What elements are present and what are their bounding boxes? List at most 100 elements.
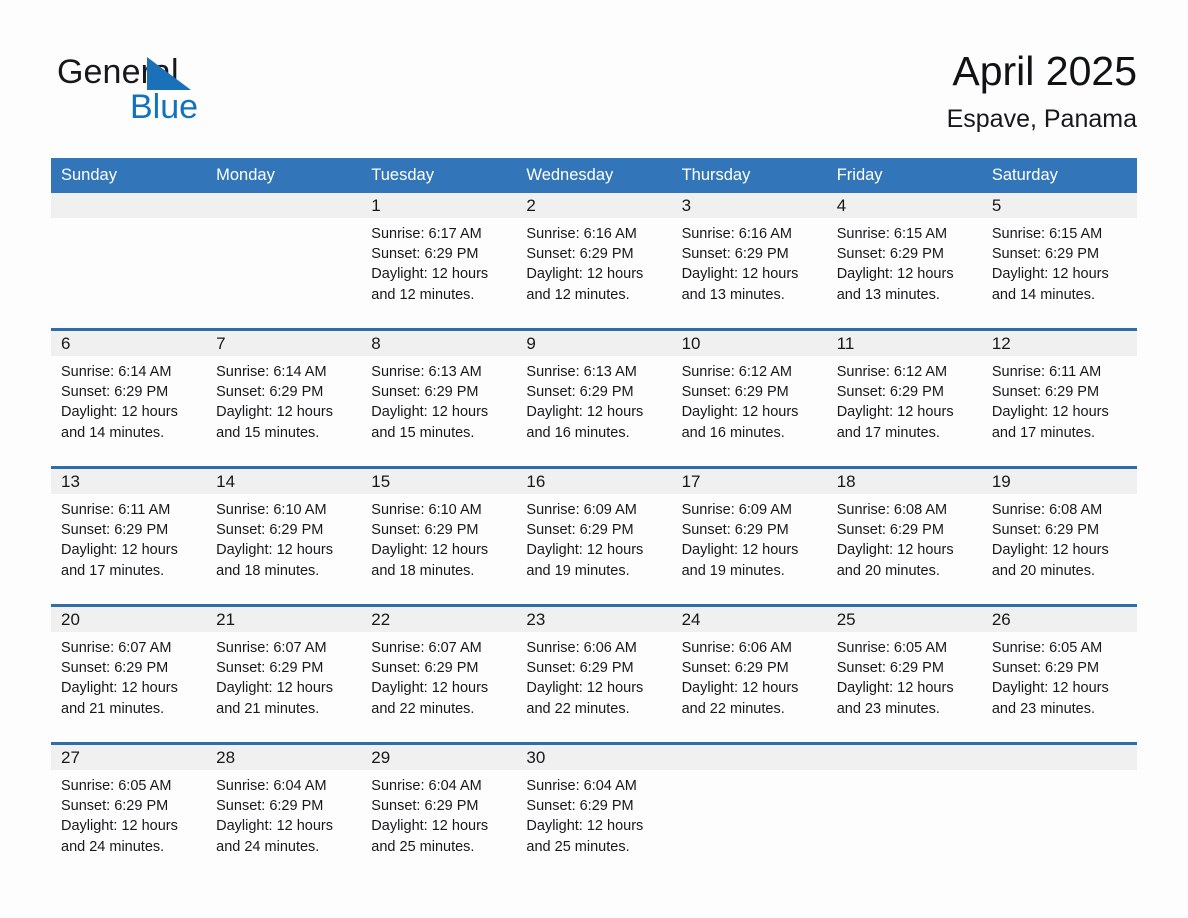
daylight-text-line1: Daylight: 12 hours bbox=[836, 680, 954, 697]
general-blue-logo[interactable]: General Blue bbox=[57, 52, 377, 132]
calendar-day-cell[interactable]: 11 Sunrise: 6:12 AM Sunset: 6:29 PM Dayligh… bbox=[826, 328, 982, 468]
day-cell-details: Sunrise: 6:14 AM Sunset: 6:29 PM Daylight:… bbox=[206, 356, 361, 443]
daylight-text-line1: Daylight: 12 hours bbox=[216, 818, 334, 835]
daylight-text-line1: Daylight: 12 hours bbox=[991, 680, 1109, 697]
calendar-day-cell[interactable]: 15 Sunrise: 6:10 AM Sunset: 6:29 PM Dayligh… bbox=[361, 466, 517, 606]
calendar-day-cell[interactable]: 29 Sunrise: 6:04 AM Sunset: 6:29 PM Dayligh… bbox=[361, 742, 517, 880]
calendar-day-cell[interactable]: 19 Sunrise: 6:08 AM Sunset: 6:29 PM Dayligh… bbox=[981, 466, 1137, 606]
day-number: 4 bbox=[836, 196, 847, 215]
sunrise-text: Sunrise: 6:12 AM bbox=[681, 364, 792, 380]
daylight-text-line1: Daylight: 12 hours bbox=[681, 542, 799, 559]
daylight-text-line2: and 15 minutes. bbox=[371, 424, 475, 441]
day-cell-inner: 4 Sunrise: 6:15 AM Sunset: 6:29 PM Daylight… bbox=[826, 193, 982, 328]
calendar-day-cell[interactable]: 4 Sunrise: 6:15 AM Sunset: 6:29 PM Daylight… bbox=[826, 193, 982, 330]
sunset-text: Sunset: 6:29 PM bbox=[216, 798, 324, 815]
day-number-band: 7 bbox=[206, 331, 362, 356]
day-number-band: 4 bbox=[826, 193, 982, 218]
daylight-text-line1: Daylight: 12 hours bbox=[61, 542, 178, 559]
day-number-band: 24 bbox=[671, 607, 827, 632]
calendar-day-cell[interactable]: 2 Sunrise: 6:16 AM Sunset: 6:29 PM Daylight… bbox=[516, 193, 672, 330]
sunset-text: Sunset: 6:29 PM bbox=[61, 384, 169, 401]
sunrise-text: Sunrise: 6:04 AM bbox=[526, 778, 637, 794]
calendar-day-cell[interactable]: 14 Sunrise: 6:10 AM Sunset: 6:29 PM Dayligh… bbox=[206, 466, 362, 606]
calendar-day-cell[interactable]: 23 Sunrise: 6:06 AM Sunset: 6:29 PM Dayligh… bbox=[516, 604, 672, 744]
calendar-day-cell[interactable]: 5 Sunrise: 6:15 AM Sunset: 6:29 PM Daylight… bbox=[981, 193, 1137, 330]
daylight-text-line1: Daylight: 12 hours bbox=[526, 266, 644, 283]
calendar-day-cell[interactable]: 25 Sunrise: 6:05 AM Sunset: 6:29 PM Dayligh… bbox=[826, 604, 982, 744]
sunrise-text: Sunrise: 6:15 AM bbox=[836, 226, 948, 242]
daylight-text-line1: Daylight: 12 hours bbox=[681, 680, 799, 697]
calendar-body: 1 Sunrise: 6:17 AM Sunset: 6:29 PM Daylight… bbox=[51, 193, 1137, 880]
day-number-band: 30 bbox=[516, 745, 672, 770]
day-cell-details: Sunrise: 6:06 AM Sunset: 6:29 PM Daylight:… bbox=[516, 632, 671, 719]
daylight-text-line2: and 24 minutes. bbox=[61, 838, 165, 855]
sunrise-text: Sunrise: 6:15 AM bbox=[991, 226, 1103, 242]
day-cell-details: Sunrise: 6:04 AM Sunset: 6:29 PM Daylight:… bbox=[361, 770, 516, 857]
sunset-text: Sunset: 6:29 PM bbox=[526, 246, 634, 263]
daylight-text-line1: Daylight: 12 hours bbox=[526, 404, 644, 421]
day-number: 27 bbox=[61, 748, 80, 767]
calendar-day-cell[interactable]: 3 Sunrise: 6:16 AM Sunset: 6:29 PM Daylight… bbox=[671, 193, 827, 330]
day-number-band: 5 bbox=[981, 193, 1137, 218]
calendar-day-cell[interactable]: 12 Sunrise: 6:11 AM Sunset: 6:29 PM Dayligh… bbox=[981, 328, 1137, 468]
calendar-day-cell[interactable]: 30 Sunrise: 6:04 AM Sunset: 6:29 PM Dayligh… bbox=[516, 742, 672, 880]
calendar-day-cell[interactable]: 13 Sunrise: 6:11 AM Sunset: 6:29 PM Dayligh… bbox=[51, 466, 207, 606]
day-number: 2 bbox=[526, 196, 536, 215]
sunrise-text: Sunrise: 6:09 AM bbox=[526, 502, 637, 518]
daylight-text-line2: and 20 minutes. bbox=[836, 562, 940, 579]
calendar-day-cell[interactable]: 24 Sunrise: 6:06 AM Sunset: 6:29 PM Dayligh… bbox=[671, 604, 827, 744]
calendar-day-cell[interactable]: 7 Sunrise: 6:14 AM Sunset: 6:29 PM Daylight… bbox=[206, 328, 362, 468]
daylight-text-line2: and 17 minutes. bbox=[61, 562, 165, 579]
calendar-day-cell[interactable]: 6 Sunrise: 6:14 AM Sunset: 6:29 PM Daylight… bbox=[51, 328, 207, 468]
day-cell-details: Sunrise: 6:15 AM Sunset: 6:29 PM Daylight:… bbox=[982, 218, 1137, 305]
calendar-day-cell[interactable]: 21 Sunrise: 6:07 AM Sunset: 6:29 PM Dayligh… bbox=[206, 604, 362, 744]
day-number-band: 23 bbox=[516, 607, 672, 632]
daylight-text-line2: and 19 minutes. bbox=[526, 562, 630, 579]
day-number-band bbox=[981, 745, 1137, 770]
sunset-text: Sunset: 6:29 PM bbox=[526, 384, 634, 401]
sunrise-text: Sunrise: 6:11 AM bbox=[61, 502, 171, 518]
calendar-page: General Blue April 2025 Espave, Panama S… bbox=[0, 0, 1188, 918]
weekday-header-monday: Monday bbox=[206, 158, 362, 193]
day-cell-inner: 1 Sunrise: 6:17 AM Sunset: 6:29 PM Daylight… bbox=[361, 193, 517, 328]
calendar-day-cell[interactable]: 17 Sunrise: 6:09 AM Sunset: 6:29 PM Dayligh… bbox=[671, 466, 827, 606]
sunrise-text: Sunrise: 6:07 AM bbox=[61, 640, 172, 656]
calendar-cell-empty bbox=[51, 193, 207, 330]
daylight-text-line1: Daylight: 12 hours bbox=[61, 818, 178, 835]
day-number: 17 bbox=[681, 472, 701, 491]
sunset-text: Sunset: 6:29 PM bbox=[61, 798, 169, 815]
calendar-day-cell[interactable]: 8 Sunrise: 6:13 AM Sunset: 6:29 PM Daylight… bbox=[361, 328, 517, 468]
day-cell-inner: 3 Sunrise: 6:16 AM Sunset: 6:29 PM Daylight… bbox=[671, 193, 827, 328]
day-cell-inner: 23 Sunrise: 6:06 AM Sunset: 6:29 PM Dayligh… bbox=[516, 607, 672, 742]
day-number: 28 bbox=[216, 748, 236, 767]
location-subtitle: Espave, Panama bbox=[946, 105, 1137, 133]
calendar-day-cell[interactable]: 22 Sunrise: 6:07 AM Sunset: 6:29 PM Dayligh… bbox=[361, 604, 517, 744]
day-cell-details: Sunrise: 6:10 AM Sunset: 6:29 PM Daylight:… bbox=[206, 494, 361, 581]
day-cell-inner: 16 Sunrise: 6:09 AM Sunset: 6:29 PM Dayligh… bbox=[516, 469, 672, 604]
daylight-text-line2: and 17 minutes. bbox=[991, 424, 1096, 441]
sunset-text: Sunset: 6:29 PM bbox=[526, 660, 634, 677]
daylight-text-line2: and 20 minutes. bbox=[991, 562, 1096, 579]
calendar-day-cell[interactable]: 27 Sunrise: 6:05 AM Sunset: 6:29 PM Dayligh… bbox=[51, 742, 207, 880]
calendar-week-row: 1 Sunrise: 6:17 AM Sunset: 6:29 PM Daylight… bbox=[51, 193, 1137, 330]
day-number-band: 11 bbox=[826, 331, 982, 356]
calendar-day-cell[interactable]: 26 Sunrise: 6:05 AM Sunset: 6:29 PM Dayligh… bbox=[981, 604, 1137, 744]
calendar-day-cell[interactable]: 1 Sunrise: 6:17 AM Sunset: 6:29 PM Daylight… bbox=[361, 193, 517, 330]
day-number: 5 bbox=[991, 196, 1002, 215]
day-number-band: 12 bbox=[981, 331, 1137, 356]
day-number: 10 bbox=[681, 334, 701, 353]
daylight-text-line2: and 22 minutes. bbox=[526, 700, 630, 717]
day-cell-inner: 17 Sunrise: 6:09 AM Sunset: 6:29 PM Dayligh… bbox=[671, 469, 827, 604]
calendar-day-cell[interactable]: 10 Sunrise: 6:12 AM Sunset: 6:29 PM Dayligh… bbox=[671, 328, 827, 468]
calendar-day-cell[interactable]: 18 Sunrise: 6:08 AM Sunset: 6:29 PM Dayligh… bbox=[826, 466, 982, 606]
day-number: 23 bbox=[526, 610, 546, 629]
day-number: 30 bbox=[526, 748, 546, 767]
daylight-text-line1: Daylight: 12 hours bbox=[371, 818, 489, 835]
calendar-day-cell[interactable]: 20 Sunrise: 6:07 AM Sunset: 6:29 PM Dayligh… bbox=[51, 604, 207, 744]
day-number-band: 22 bbox=[361, 607, 517, 632]
day-cell-details: Sunrise: 6:08 AM Sunset: 6:29 PM Daylight:… bbox=[827, 494, 982, 581]
calendar-day-cell[interactable]: 28 Sunrise: 6:04 AM Sunset: 6:29 PM Dayligh… bbox=[206, 742, 362, 880]
day-cell-inner: 2 Sunrise: 6:16 AM Sunset: 6:29 PM Daylight… bbox=[516, 193, 672, 328]
calendar-day-cell[interactable]: 9 Sunrise: 6:13 AM Sunset: 6:29 PM Daylight… bbox=[516, 328, 672, 468]
calendar-day-cell[interactable]: 16 Sunrise: 6:09 AM Sunset: 6:29 PM Dayligh… bbox=[516, 466, 672, 606]
